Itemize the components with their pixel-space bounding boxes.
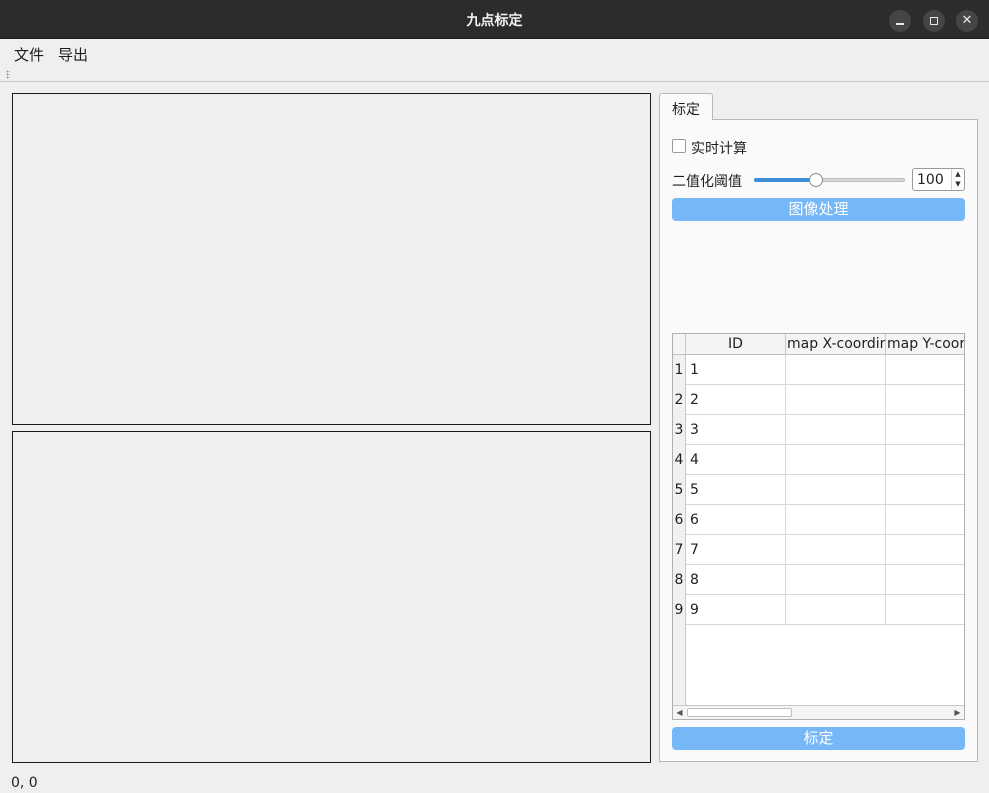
- cell-id[interactable]: 8: [686, 565, 786, 595]
- realtime-checkbox[interactable]: [672, 139, 686, 153]
- tab-calibration-label: 标定: [672, 102, 700, 118]
- title-bar: 九点标定 ✕: [0, 0, 989, 39]
- cell-map-x[interactable]: [786, 415, 886, 445]
- cell-id[interactable]: 2: [686, 385, 786, 415]
- cell-id[interactable]: 5: [686, 475, 786, 505]
- menu-bar: 文件 导出: [0, 39, 989, 67]
- calibration-table: ID map X-coordin map Y-coord 11223344556…: [672, 333, 965, 720]
- table-row[interactable]: 66: [673, 505, 964, 535]
- calibrate-button[interactable]: 标定: [672, 727, 965, 750]
- window-title: 九点标定: [466, 13, 523, 29]
- toolbar-grip-icon[interactable]: [6, 70, 10, 79]
- row-number[interactable]: 6: [673, 505, 686, 535]
- table-corner[interactable]: [673, 334, 686, 355]
- status-coords: 0, 0: [11, 775, 38, 791]
- threshold-label: 二值化阈值: [672, 174, 742, 190]
- slider-handle[interactable]: [809, 173, 823, 187]
- cell-map-x[interactable]: [786, 505, 886, 535]
- cell-map-y[interactable]: [886, 385, 964, 415]
- row-number[interactable]: 5: [673, 475, 686, 505]
- realtime-label: 实时计算: [691, 141, 747, 157]
- cell-map-x[interactable]: [786, 475, 886, 505]
- app-window: 九点标定 ✕ 文件 导出 标定 实时计算 二值化阈值 100 ▲ ▼ 图像处理 …: [0, 0, 989, 793]
- cell-map-y[interactable]: [886, 505, 964, 535]
- cell-map-y[interactable]: [886, 445, 964, 475]
- row-number[interactable]: 9: [673, 595, 686, 625]
- cell-map-y[interactable]: [886, 535, 964, 565]
- scroll-right-icon[interactable]: ▶: [951, 706, 964, 719]
- cell-map-x[interactable]: [786, 385, 886, 415]
- row-number[interactable]: 4: [673, 445, 686, 475]
- toolbar: [0, 67, 989, 82]
- cell-map-x[interactable]: [786, 355, 886, 385]
- cell-id[interactable]: 1: [686, 355, 786, 385]
- table-row[interactable]: 44: [673, 445, 964, 475]
- table-row[interactable]: 77: [673, 535, 964, 565]
- cell-map-x[interactable]: [786, 445, 886, 475]
- cell-map-x[interactable]: [786, 595, 886, 625]
- threshold-slider[interactable]: [754, 173, 905, 187]
- column-header-map-y[interactable]: map Y-coord: [886, 334, 964, 355]
- spinbox-arrows: ▲ ▼: [951, 169, 964, 190]
- table-row[interactable]: 11: [673, 355, 964, 385]
- row-number[interactable]: 1: [673, 355, 686, 385]
- table-header: ID map X-coordin map Y-coord: [673, 334, 964, 355]
- scrollbar-thumb[interactable]: [687, 708, 792, 717]
- cell-map-x[interactable]: [786, 565, 886, 595]
- cell-map-y[interactable]: [886, 355, 964, 385]
- row-number[interactable]: 7: [673, 535, 686, 565]
- menu-export[interactable]: 导出: [58, 44, 88, 65]
- cell-id[interactable]: 6: [686, 505, 786, 535]
- cell-map-x[interactable]: [786, 535, 886, 565]
- minimize-icon: [896, 23, 904, 25]
- menu-file[interactable]: 文件: [14, 44, 44, 65]
- cell-id[interactable]: 9: [686, 595, 786, 625]
- maximize-button[interactable]: [923, 10, 945, 32]
- close-icon: ✕: [961, 13, 973, 28]
- processed-image-view: [12, 431, 651, 763]
- cell-id[interactable]: 7: [686, 535, 786, 565]
- threshold-value[interactable]: 100: [917, 172, 944, 188]
- spin-down-icon[interactable]: ▼: [952, 179, 964, 189]
- table-row[interactable]: 22: [673, 385, 964, 415]
- threshold-spinbox[interactable]: 100 ▲ ▼: [912, 168, 965, 191]
- table-row[interactable]: 33: [673, 415, 964, 445]
- tab-calibration[interactable]: 标定: [659, 93, 713, 120]
- row-number[interactable]: 2: [673, 385, 686, 415]
- minimize-button[interactable]: [889, 10, 911, 32]
- cell-map-y[interactable]: [886, 415, 964, 445]
- scroll-left-icon[interactable]: ◀: [673, 706, 686, 719]
- cell-id[interactable]: 3: [686, 415, 786, 445]
- cell-map-y[interactable]: [886, 565, 964, 595]
- image-process-button[interactable]: 图像处理: [672, 198, 965, 221]
- close-button[interactable]: ✕: [956, 10, 978, 32]
- cell-map-y[interactable]: [886, 595, 964, 625]
- spin-up-icon[interactable]: ▲: [952, 169, 964, 179]
- table-row[interactable]: 99: [673, 595, 964, 625]
- table-row[interactable]: 55: [673, 475, 964, 505]
- original-image-view: [12, 93, 651, 425]
- row-number[interactable]: 3: [673, 415, 686, 445]
- row-number[interactable]: 8: [673, 565, 686, 595]
- horizontal-scrollbar[interactable]: ◀ ▶: [673, 705, 964, 719]
- maximize-icon: [930, 17, 938, 25]
- table-row[interactable]: 88: [673, 565, 964, 595]
- slider-fill: [754, 178, 816, 182]
- cell-map-y[interactable]: [886, 475, 964, 505]
- column-header-id[interactable]: ID: [686, 334, 786, 355]
- cell-id[interactable]: 4: [686, 445, 786, 475]
- column-header-map-x[interactable]: map X-coordin: [786, 334, 886, 355]
